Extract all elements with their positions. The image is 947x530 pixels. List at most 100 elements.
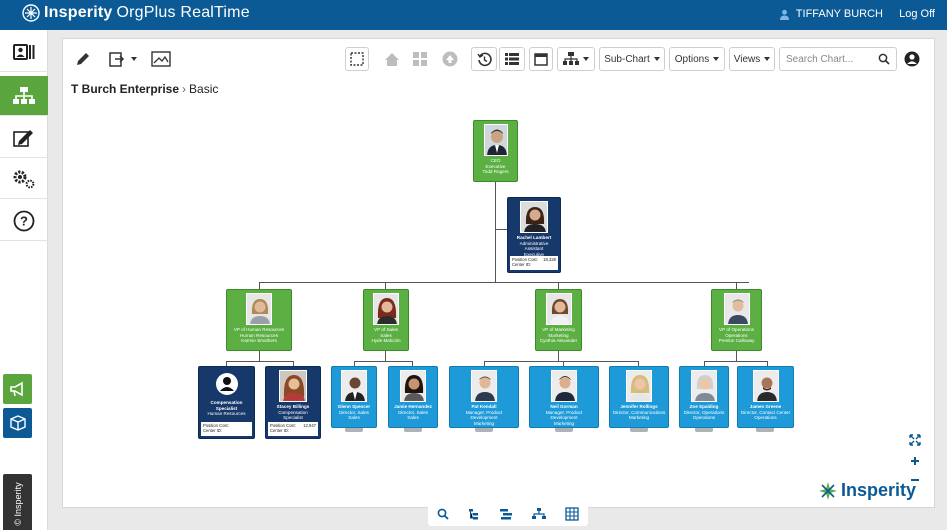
nav-edit[interactable] [0, 118, 48, 158]
chart-image-button[interactable] [149, 47, 173, 71]
org-card-staff[interactable]: Jamie Hernandez Director, Sales Sales [388, 366, 438, 428]
org-card-ceo[interactable]: CEO Executive Todd Rogers [473, 120, 518, 182]
hierarchy-layout-icon[interactable] [531, 508, 546, 520]
expand-tab[interactable] [756, 428, 774, 432]
home-button[interactable] [381, 47, 403, 71]
card-dept: Operations [692, 415, 716, 420]
person-photo [520, 201, 548, 233]
person-photo [373, 293, 399, 325]
settings-gears-icon [13, 170, 35, 188]
puzzle-icon [413, 52, 427, 66]
search-chart-input[interactable]: Search Chart... [779, 47, 897, 71]
card-title: VP of Operations [719, 327, 754, 332]
user-name: TIFFANY BURCH [795, 8, 883, 20]
window-view-button[interactable] [529, 47, 553, 71]
org-card-staff[interactable]: Pat Kendall Manager, Product Development… [449, 366, 519, 428]
person-photo [400, 370, 426, 402]
subchart-dropdown[interactable]: Sub-Chart [599, 47, 665, 71]
grid-view-icon[interactable] [564, 507, 579, 521]
package-button[interactable] [3, 408, 32, 438]
nav-org-chart[interactable] [0, 76, 48, 116]
brand-logo[interactable]: Insperity OrgPlus RealTime [22, 4, 250, 22]
connector-line [495, 229, 507, 230]
expand-tab[interactable] [404, 428, 422, 432]
select-box-button[interactable] [345, 47, 369, 71]
layout-tree-icon [563, 52, 579, 65]
card-stats: Position Cost: 12,947 Center ID: [268, 422, 318, 436]
insperity-vertical-tab[interactable]: © Insperity [3, 474, 32, 530]
chart-toolbar: Sub-Chart Options Views Search Chart... [63, 39, 934, 79]
person-photo [545, 293, 572, 325]
search-icon [878, 53, 890, 65]
connector-line [354, 361, 412, 362]
card-name: Compensation Specialist [210, 400, 243, 411]
nav-settings[interactable] [0, 159, 48, 199]
org-card-vp-hr[interactable]: VP of Human Resources Human Resources Ka… [226, 289, 292, 351]
search-placeholder: Search Chart... [786, 54, 854, 65]
org-card-staff[interactable]: Glenn Spencer Director, Sales Sales [331, 366, 377, 428]
search-icon[interactable] [437, 508, 450, 520]
edit-icon [13, 129, 33, 147]
export-icon [109, 52, 125, 67]
arrow-up-circle-icon [442, 51, 458, 67]
go-up-button[interactable] [439, 47, 461, 71]
user-menu[interactable]: TIFFANY BURCH [779, 8, 883, 20]
card-name: Glenn Spencer [337, 404, 371, 409]
nav-profile[interactable] [0, 32, 48, 72]
org-card-staff[interactable]: Neil Gorman Manager, Product Development… [529, 366, 599, 428]
expand-arrows-icon [909, 434, 921, 446]
help-icon: ? [13, 210, 35, 231]
org-card-assistant[interactable]: Rachel Lambert Administrative Assistant … [507, 197, 561, 273]
options-dropdown[interactable]: Options [669, 47, 725, 71]
connector-line [704, 361, 767, 362]
person-photo [471, 370, 497, 402]
insperity-watermark: Insperity [818, 480, 916, 501]
account-button[interactable] [901, 47, 923, 71]
export-button[interactable] [107, 47, 139, 71]
expand-tab[interactable] [345, 428, 363, 432]
org-card-vp-sales[interactable]: VP of Sales Sales Hyde Malcolm [363, 289, 409, 351]
card-title: VP of Marketing [542, 327, 575, 332]
expand-tab[interactable] [555, 428, 573, 432]
account-circle-icon [904, 51, 920, 67]
log-off-link[interactable]: Log Off [899, 8, 935, 20]
expand-tab[interactable] [475, 428, 493, 432]
card-dept: Marketing [553, 420, 575, 426]
horizontal-layout-icon[interactable] [499, 508, 513, 520]
fit-to-screen-button[interactable] [908, 433, 922, 447]
user-icon [779, 9, 789, 20]
org-card-staff[interactable]: Zoe Spalding Director, Operations Operat… [679, 366, 729, 428]
edit-button[interactable] [71, 47, 95, 71]
card-name: Karmie Smothers [241, 338, 277, 343]
plus-icon [911, 457, 919, 465]
card-name: Cynthia Alexander [539, 338, 578, 343]
list-view-button[interactable] [499, 47, 525, 71]
megaphone-icon [9, 381, 23, 397]
watermark-text: Insperity [841, 480, 917, 500]
announcements-button[interactable] [3, 374, 32, 404]
chart-parts-button[interactable] [409, 47, 431, 71]
org-card-staff[interactable]: Stacey Billings Compensation Specialist … [265, 366, 321, 439]
zoom-in-button[interactable] [908, 454, 922, 468]
person-photo [246, 293, 272, 325]
org-card-vp-marketing[interactable]: VP of Marketing Marketing Cynthia Alexan… [535, 289, 582, 351]
expand-tab[interactable] [630, 428, 648, 432]
tree-indent-icon[interactable] [468, 508, 480, 520]
breadcrumb-separator: › [182, 82, 187, 96]
views-label: Views [733, 53, 761, 65]
org-card-vp-operations[interactable]: VP of Operations Operations Preston Call… [711, 289, 762, 351]
views-dropdown[interactable]: Views [729, 47, 775, 71]
layout-button[interactable] [557, 47, 595, 71]
expand-tab[interactable] [695, 428, 713, 432]
insperity-vertical-label: © Insperity [12, 482, 23, 526]
breadcrumb-root[interactable]: T Burch Enterprise [71, 82, 179, 96]
nav-help[interactable]: ? [0, 201, 48, 241]
connector-line [385, 351, 386, 361]
org-card-staff[interactable]: Jennifer Rollings Director, Communicatio… [609, 366, 669, 428]
history-button[interactable] [471, 47, 497, 71]
org-card-staff[interactable]: Compensation Specialist Human Resources … [198, 366, 255, 439]
profile-card-icon [13, 43, 35, 60]
org-chart-icon [13, 86, 35, 104]
connector-line [484, 361, 638, 362]
org-card-staff[interactable]: James Greene Director, Contact Center Op… [737, 366, 794, 428]
